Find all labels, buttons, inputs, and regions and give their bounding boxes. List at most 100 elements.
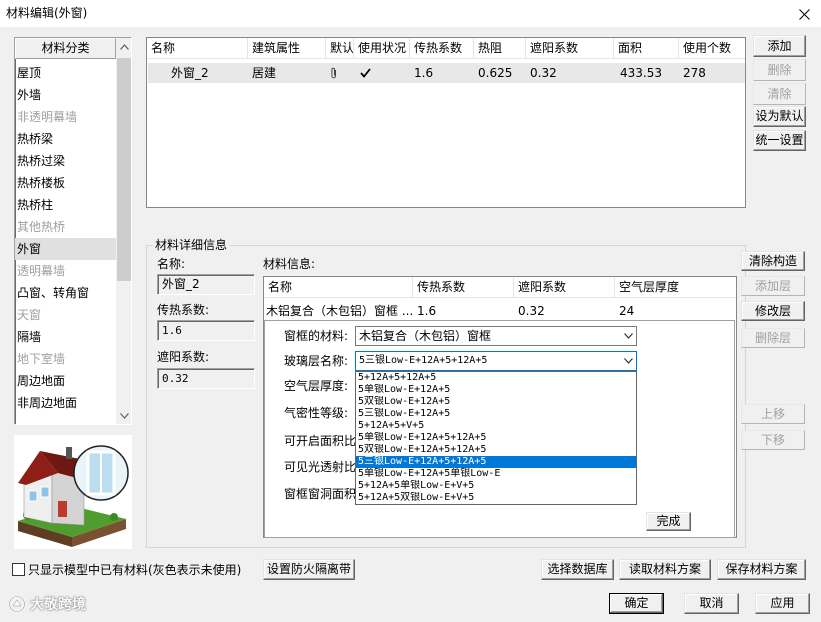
category-item[interactable]: 非透明幕墙 — [15, 106, 116, 128]
clear-button[interactable]: 清除 — [753, 83, 806, 105]
glass-option[interactable]: 5+12A+5单银Low-E+V+5 — [356, 480, 636, 492]
category-item[interactable]: 外墙 — [15, 84, 116, 106]
row-name: 外窗_2 — [171, 66, 209, 80]
column-header-resistance[interactable]: 热阻 — [474, 38, 526, 59]
category-item[interactable]: 非周边地面 — [15, 392, 116, 414]
frame-material-select[interactable]: 木铝复合（木包铝）窗框 — [355, 326, 637, 346]
scroll-down-icon[interactable] — [116, 407, 131, 424]
scroll-thumb[interactable] — [117, 58, 131, 281]
row-u-value: 1.6 — [414, 66, 434, 80]
checkmark-icon — [354, 63, 410, 83]
house-illustration — [14, 435, 132, 549]
material-detail-title: 材料详细信息 — [153, 237, 230, 253]
modify-layer-button[interactable]: 修改层 — [741, 301, 805, 321]
category-item[interactable]: 外窗 — [15, 238, 116, 260]
row-attr: 居建 — [252, 66, 277, 80]
glass-option[interactable]: 5三银Low-E+12A+5+12A+5 — [356, 456, 636, 468]
category-item[interactable]: 天窗 — [15, 304, 116, 326]
column-header-count[interactable]: 使用个数 — [679, 38, 745, 59]
shading-label: 遮阳系数: — [157, 350, 210, 364]
apply-button[interactable]: 应用 — [755, 593, 810, 614]
add-layer-button[interactable]: 添加层 — [741, 276, 805, 296]
category-item[interactable]: 屋顶 — [15, 62, 116, 84]
layer-row-name[interactable]: 木铝复合（木包铝）窗框 ... — [264, 302, 413, 320]
layer-column-u-value[interactable]: 传热系数 — [413, 277, 514, 298]
delete-button[interactable]: 删除 — [753, 59, 806, 81]
unify-settings-button[interactable]: 统一设置 — [753, 130, 806, 151]
load-scheme-button[interactable]: 读取材料方案 — [619, 559, 711, 580]
watermark: 大敬跨境 — [8, 594, 86, 614]
move-down-button[interactable]: 下移 — [741, 430, 805, 450]
chevron-down-icon[interactable] — [624, 333, 633, 339]
layer-row-air-thickness[interactable]: 24 — [615, 302, 736, 320]
category-item[interactable]: 隔墙 — [15, 326, 116, 348]
save-scheme-button[interactable]: 保存材料方案 — [717, 559, 806, 580]
layer-column-air-thickness[interactable]: 空气层厚度 — [615, 277, 736, 298]
glass-option[interactable]: 5双银Low-E+12A+5+12A+5 — [356, 444, 636, 456]
column-header-area[interactable]: 面积 — [614, 38, 679, 59]
column-header-status[interactable]: 使用状况 — [354, 38, 410, 59]
layer-row-shading[interactable]: 0.32 — [514, 302, 615, 320]
layer-column-shading[interactable]: 遮阳系数 — [514, 277, 615, 298]
glass-option[interactable]: 5单银Low-E+12A+5单银Low-E — [356, 468, 636, 480]
chevron-down-icon[interactable] — [624, 358, 633, 364]
glass-option[interactable]: 5+12A+5双银Low-E+V+5 — [356, 492, 636, 504]
window-title: 材料编辑(外窗) — [6, 6, 88, 20]
glass-layer-select[interactable]: 5三银Low-E+12A+5+12A+5 — [355, 351, 637, 371]
cancel-button[interactable]: 取消 — [684, 593, 739, 614]
glass-option[interactable]: 5单银Low-E+12A+5 — [356, 384, 636, 396]
ok-button[interactable]: 确定 — [609, 593, 664, 614]
category-item[interactable]: 凸窗、转角窗 — [15, 282, 116, 304]
close-icon[interactable] — [794, 4, 814, 24]
watermark-text: 大敬跨境 — [30, 597, 86, 613]
column-header-default[interactable]: 默认 — [326, 38, 354, 59]
column-header-u-value[interactable]: 传热系数 — [410, 38, 474, 59]
category-item[interactable]: 热桥梁 — [15, 128, 116, 150]
move-up-button[interactable]: 上移 — [741, 404, 805, 424]
layer-column-name[interactable]: 名称 — [264, 277, 413, 298]
visible-transmittance-label: 可见光透射比 — [284, 460, 357, 474]
category-item[interactable]: 热桥楼板 — [15, 172, 116, 194]
column-header-shading[interactable]: 遮阳系数 — [526, 38, 614, 59]
name-label: 名称: — [157, 257, 186, 271]
category-item[interactable]: 透明幕墙 — [15, 260, 116, 282]
frame-area-ratio-label: 窗框窗洞面积 — [284, 487, 357, 501]
category-scrollbar[interactable] — [116, 38, 131, 424]
category-item[interactable]: 地下室墙 — [15, 348, 116, 370]
name-field[interactable]: 外窗_2 — [157, 274, 255, 295]
clear-construction-button[interactable]: 清除构造 — [741, 251, 805, 271]
row-resistance: 0.625 — [478, 66, 513, 80]
column-header-name[interactable]: 名称 — [147, 38, 248, 59]
materials-table: 名称 建筑属性 默认 使用状况 传热系数 热阻 遮阳系数 面积 使用个数 外窗_… — [146, 37, 746, 208]
add-button[interactable]: 添加 — [753, 35, 806, 57]
layer-row-u-value[interactable]: 1.6 — [413, 302, 514, 320]
only-model-checkbox-label[interactable]: 只显示模型中已有材料(灰色表示未使用) — [28, 562, 241, 578]
glass-option[interactable]: 5+12A+5+V+5 — [356, 420, 636, 432]
category-item[interactable]: 其他热桥 — [15, 216, 116, 238]
category-listbox[interactable]: 材料分类 屋顶 外墙 非透明幕墙 热桥梁 热桥过梁 热桥楼板 热桥柱 其他热桥 外窗 透明幕墙 凸窗… — [14, 37, 132, 425]
delete-layer-button[interactable]: 删除层 — [741, 328, 805, 348]
glass-option[interactable]: 5三银Low-E+12A+5 — [356, 408, 636, 420]
glass-option[interactable]: 5双银Low-E+12A+5 — [356, 396, 636, 408]
glass-layer-dropdown-list[interactable]: 5+12A+5+12A+5 5单银Low-E+12A+5 5双银Low-E+12A+… — [355, 371, 637, 505]
row-area: 433.53 — [620, 66, 662, 80]
category-item[interactable]: 周边地面 — [15, 370, 116, 392]
done-button[interactable]: 完成 — [646, 512, 691, 531]
open-area-ratio-label: 可开启面积比 — [284, 434, 357, 448]
category-item[interactable]: 热桥过梁 — [15, 150, 116, 172]
glass-option[interactable]: 5单银Low-E+12A+5+12A+5 — [356, 432, 636, 444]
scroll-up-icon[interactable] — [116, 38, 131, 55]
u-value-label: 传热系数: — [157, 303, 210, 317]
column-header-attr[interactable]: 建筑属性 — [248, 38, 326, 59]
u-value-field[interactable]: 1.6 — [157, 320, 255, 341]
watermark-logo-icon — [8, 595, 26, 613]
shading-field[interactable]: 0.32 — [157, 368, 255, 389]
select-database-button[interactable]: 选择数据库 — [541, 559, 614, 580]
category-item[interactable]: 热桥柱 — [15, 194, 116, 216]
only-model-checkbox[interactable] — [12, 563, 25, 576]
row-count: 278 — [683, 66, 706, 80]
glass-layer-label: 玻璃层名称: — [284, 354, 349, 368]
fire-barrier-button[interactable]: 设置防火隔离带 — [263, 559, 355, 580]
set-default-button[interactable]: 设为默认 — [753, 106, 806, 127]
glass-option[interactable]: 5+12A+5+12A+5 — [356, 372, 636, 384]
